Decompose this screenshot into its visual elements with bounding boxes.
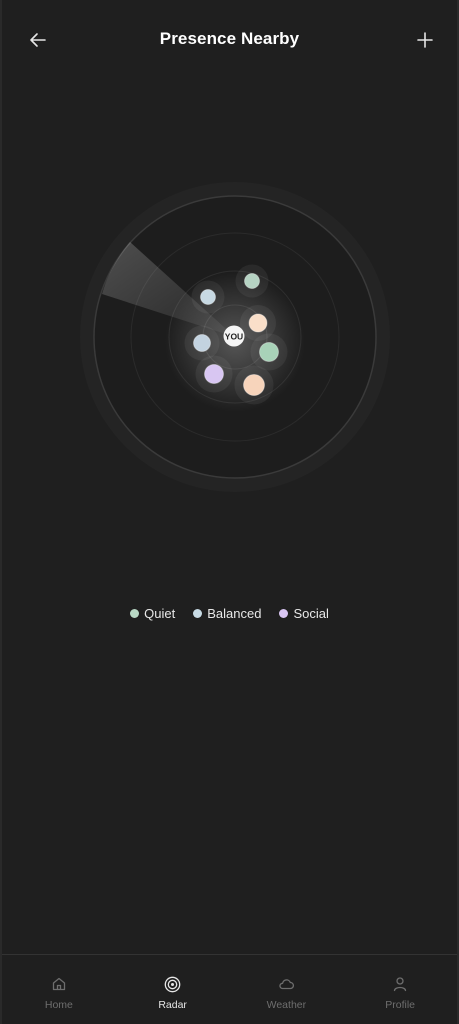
presence-dot-quiet[interactable] <box>259 342 279 362</box>
legend-dot-quiet <box>130 609 140 618</box>
presence-dot-social[interactable] <box>204 364 224 384</box>
legend-dot-social <box>279 609 289 618</box>
add-button[interactable] <box>413 28 437 52</box>
you-label: YOU <box>225 332 243 342</box>
plus-icon <box>417 32 433 48</box>
legend: Quiet Balanced Social <box>2 606 457 621</box>
radar-icon <box>164 976 181 992</box>
radar-graphic: YOU <box>80 182 390 492</box>
presence-dot-balanced[interactable] <box>200 289 216 305</box>
app-screen: Presence Nearby YOU Quiet Balanced Socia… <box>0 0 459 1024</box>
tab-label: Weather <box>266 999 307 1011</box>
tab-label: Radar <box>158 999 187 1011</box>
tab-profile[interactable]: Profile <box>343 955 457 1024</box>
presence-dot-balanced[interactable] <box>243 374 265 396</box>
legend-dot-balanced <box>193 609 203 618</box>
legend-item-balanced: Balanced <box>193 606 261 621</box>
tab-home[interactable]: Home <box>2 955 116 1024</box>
radar: YOU <box>80 182 390 492</box>
tab-radar[interactable]: Radar <box>116 955 230 1024</box>
legend-label: Quiet <box>144 606 176 621</box>
user-icon <box>393 977 407 992</box>
tab-weather[interactable]: Weather <box>230 955 344 1024</box>
tab-label: Home <box>44 999 73 1011</box>
cloud-icon <box>279 979 294 990</box>
tab-label: Profile <box>385 999 415 1011</box>
legend-item-social: Social <box>279 606 329 621</box>
header: Presence Nearby <box>2 0 457 80</box>
page-title: Presence Nearby <box>159 29 300 48</box>
presence-dot-quiet[interactable] <box>244 273 260 289</box>
presence-dot-balanced[interactable] <box>193 334 211 352</box>
legend-item-quiet: Quiet <box>130 606 175 621</box>
tab-bar: Home Radar Weather Profile <box>2 954 457 1024</box>
presence-dot-balanced[interactable] <box>248 313 268 333</box>
legend-label: Balanced <box>207 606 262 621</box>
home-icon <box>52 977 66 991</box>
legend-label: Social <box>293 606 329 621</box>
